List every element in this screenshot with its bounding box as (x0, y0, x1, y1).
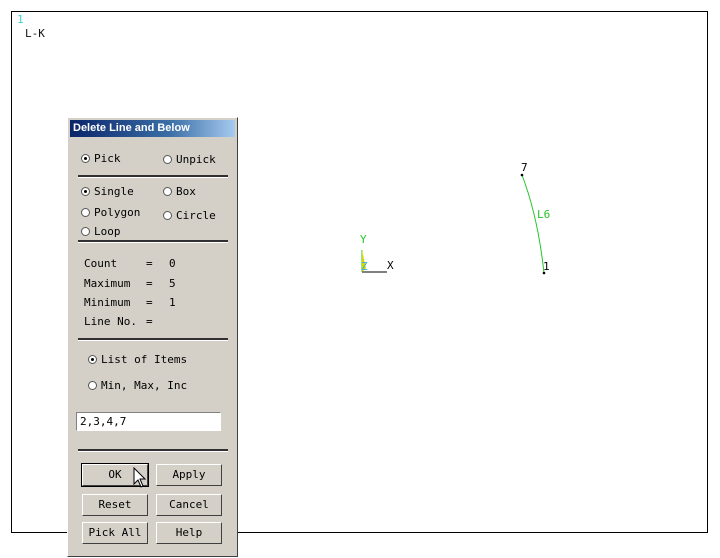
minimum-row: Minimum = 1 (84, 296, 224, 310)
keypoint-1-label: 1 (543, 260, 550, 273)
loop-radio-dot (81, 227, 90, 236)
unpick-radio[interactable]: Unpick (163, 153, 216, 166)
polygon-radio-dot (81, 208, 90, 217)
maximum-label: Maximum (84, 277, 131, 290)
maximum-value: 5 (169, 277, 176, 290)
maximum-row: Maximum = 5 (84, 277, 224, 291)
count-value: 0 (169, 257, 176, 270)
keypoint-7-dot (520, 173, 524, 177)
axis-y-label: Y (360, 233, 367, 246)
line-l6-label: L6 (537, 208, 551, 221)
plot-label: L-K (25, 27, 45, 40)
delete-line-dialog: Delete Line and Below Pick Unpick Single… (67, 117, 238, 557)
circle-radio[interactable]: Circle (163, 209, 216, 222)
mouse-cursor-icon (133, 467, 147, 488)
pick-all-button[interactable]: Pick All (82, 522, 148, 544)
single-radio[interactable]: Single (81, 185, 134, 198)
circle-radio-label: Circle (176, 209, 216, 222)
minimum-eq: = (146, 296, 153, 309)
keypoint-7-label: 7 (521, 161, 528, 174)
list-of-items-radio[interactable]: List of Items (88, 353, 187, 366)
list-radio-label: List of Items (101, 353, 188, 366)
separator (78, 240, 228, 243)
item-list-input[interactable]: 2,3,4,7 (76, 412, 221, 431)
line-l6-curve (521, 174, 545, 274)
loop-radio-label: Loop (94, 225, 121, 238)
pick-radio-label: Pick (94, 152, 121, 165)
unpick-radio-dot (163, 155, 172, 164)
maximum-eq: = (146, 277, 153, 290)
lineno-eq: = (146, 315, 153, 328)
circle-radio-dot (163, 211, 172, 220)
count-eq: = (146, 257, 153, 270)
lineno-row: Line No. = (84, 315, 224, 329)
box-radio[interactable]: Box (163, 185, 196, 198)
polygon-radio-label: Polygon (94, 206, 141, 219)
apply-button[interactable]: Apply (156, 464, 222, 486)
cancel-button[interactable]: Cancel (156, 494, 222, 516)
minmax-radio-label: Min, Max, Inc (101, 379, 188, 392)
single-radio-dot (81, 187, 90, 196)
axis-z-label: Z (361, 260, 368, 273)
reset-button[interactable]: Reset (82, 494, 148, 516)
separator (78, 338, 228, 341)
box-radio-dot (163, 187, 172, 196)
minimum-value: 1 (169, 296, 176, 309)
minimum-label: Minimum (84, 296, 131, 309)
box-radio-label: Box (176, 185, 196, 198)
window-number: 1 (17, 13, 24, 26)
separator (78, 175, 228, 178)
axis-x-label: X (387, 259, 394, 272)
minmax-radio-dot (88, 381, 97, 390)
polygon-radio[interactable]: Polygon (81, 206, 140, 219)
unpick-radio-label: Unpick (176, 153, 216, 166)
loop-radio[interactable]: Loop (81, 225, 121, 238)
count-label: Count (84, 257, 118, 270)
help-button[interactable]: Help (156, 522, 222, 544)
pick-radio[interactable]: Pick (81, 152, 121, 165)
single-radio-label: Single (94, 185, 134, 198)
min-max-inc-radio[interactable]: Min, Max, Inc (88, 379, 187, 392)
count-row: Count = 0 (84, 257, 224, 271)
dialog-title: Delete Line and Below (70, 120, 235, 137)
pick-radio-dot (81, 154, 90, 163)
lineno-label: Line No. (84, 315, 137, 328)
separator (78, 449, 228, 452)
line-l6[interactable] (512, 167, 562, 282)
list-radio-dot (88, 355, 97, 364)
